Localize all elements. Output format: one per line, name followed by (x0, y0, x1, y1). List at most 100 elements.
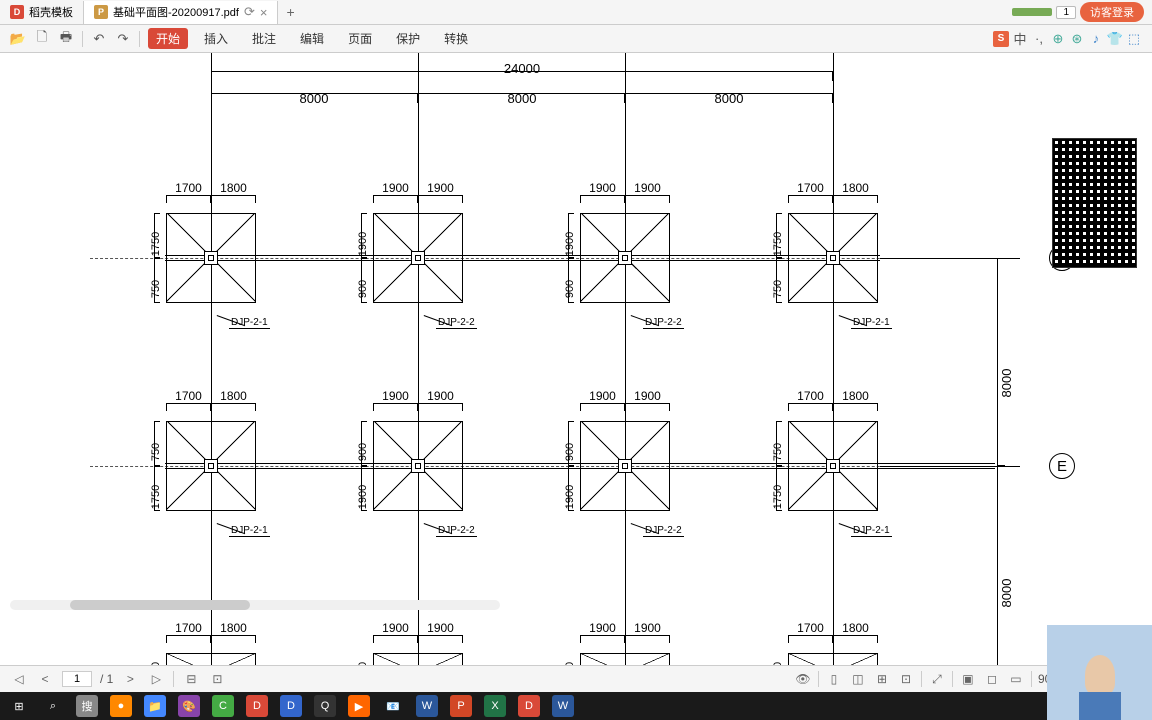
taskbar-app[interactable]: D (280, 695, 302, 717)
page-input[interactable] (62, 671, 92, 687)
view-icon[interactable]: ⊟ (182, 670, 200, 688)
taskbar-app[interactable]: 📧 (382, 695, 404, 717)
tab-add[interactable]: + (278, 4, 302, 20)
dim-row (997, 466, 1005, 665)
dim (625, 635, 670, 643)
undo-icon[interactable]: ↶ (91, 31, 107, 47)
dim-val: 1900 (589, 181, 616, 195)
taskbar-app[interactable]: W (416, 695, 438, 717)
footing-label: DJP-2-1 (851, 525, 892, 537)
layout-icon[interactable]: ▯ (825, 670, 843, 688)
dim-val: 1750 (150, 484, 162, 508)
layout-icon[interactable]: ⊡ (897, 670, 915, 688)
taskbar-app[interactable]: D (518, 695, 540, 717)
canvas[interactable]: 24000 8000 8000 8000 F E 8000 8000 17001… (0, 53, 1152, 665)
taskbar-app[interactable]: 🎨 (178, 695, 200, 717)
folder-icon[interactable]: 📂 (10, 31, 26, 47)
crop-icon[interactable]: ◻ (983, 670, 1001, 688)
qr-code (1052, 138, 1137, 268)
scroll-thumb[interactable] (70, 600, 250, 610)
s-icon[interactable]: S (993, 31, 1009, 47)
close-icon[interactable]: ⟳ (244, 4, 255, 20)
icon3[interactable]: ♪ (1088, 31, 1104, 47)
taskbar-app[interactable]: C (212, 695, 234, 717)
crop-icon[interactable]: ▭ (1007, 670, 1025, 688)
dim-val: 1900 (589, 389, 616, 403)
eye-icon[interactable]: 👁 (794, 670, 812, 688)
taskbar-app[interactable]: ● (110, 695, 132, 717)
close-icon[interactable]: × (260, 5, 268, 20)
taskbar-app[interactable]: D (246, 695, 268, 717)
lang-icon[interactable]: 中 (1012, 31, 1028, 47)
layout-icon[interactable]: ◫ (849, 670, 867, 688)
taskbar-app[interactable]: 📁 (144, 695, 166, 717)
toolbar-right: S 中 ·, ⊕ ⊛ ♪ 👕 ⬚ (993, 31, 1142, 47)
dim-total: 24000 (504, 61, 540, 76)
footing (580, 653, 670, 665)
taskbar-app[interactable]: X (484, 695, 506, 717)
taskbar-app[interactable]: 搜 (76, 695, 98, 717)
crop-icon[interactable]: ▣ (959, 670, 977, 688)
dim-val: 1900 (634, 389, 661, 403)
nav-first[interactable]: ◁ (10, 670, 28, 688)
menu-convert[interactable]: 转换 (436, 28, 476, 49)
battery-icon (1012, 8, 1052, 16)
dim (166, 403, 211, 411)
notif-badge[interactable]: 1 (1056, 6, 1076, 19)
icon5[interactable]: ⬚ (1126, 31, 1142, 47)
menu-insert[interactable]: 插入 (196, 28, 236, 49)
icon1[interactable]: ⊕ (1050, 31, 1066, 47)
dim-val: 1700 (175, 181, 202, 195)
print-icon[interactable]: 🖶 (58, 31, 74, 47)
grid-line (833, 53, 834, 665)
menu-page[interactable]: 页面 (340, 28, 380, 49)
tab-label: 基础平面图-20200917.pdf (113, 4, 239, 20)
dim-val: 1900 (357, 484, 369, 508)
menu-annotate[interactable]: 批注 (244, 28, 284, 49)
dot-icon[interactable]: ·, (1031, 31, 1047, 47)
dim-val: 1900 (564, 231, 576, 255)
dim-val: 900 (357, 279, 369, 297)
dim-val: 1900 (427, 621, 454, 635)
dim-val: 1700 (175, 621, 202, 635)
dim-val: 1900 (382, 621, 409, 635)
fit-icon[interactable]: ⤢ (928, 670, 946, 688)
icon2[interactable]: ⊛ (1069, 31, 1085, 47)
menu-protect[interactable]: 保护 (388, 28, 428, 49)
dim (580, 195, 625, 203)
footing (788, 421, 878, 511)
taskbar-app[interactable]: W (552, 695, 574, 717)
dim-val: 1800 (842, 621, 869, 635)
dim-val: 900 (564, 279, 576, 297)
nav-last[interactable]: ▷ (147, 670, 165, 688)
view-icon[interactable]: ⊡ (208, 670, 226, 688)
dim (625, 195, 670, 203)
dim-val: 900 (357, 442, 369, 460)
nav-prev[interactable]: < (36, 670, 54, 688)
tab-templates[interactable]: D 稻壳模板 (0, 1, 84, 24)
taskbar-app[interactable]: Q (314, 695, 336, 717)
statusbar: ◁ < / 1 > ▷ ⊟ ⊡ 👁 ▯ ◫ ⊞ ⊡ ⤢ ▣ ◻ ▭ 90% − (0, 665, 1152, 692)
icon4[interactable]: 👕 (1107, 31, 1123, 47)
menu-start[interactable]: 开始 (148, 28, 188, 49)
menu-edit[interactable]: 编辑 (292, 28, 332, 49)
taskbar-app[interactable]: ⊞ (8, 695, 30, 717)
footing (580, 213, 670, 303)
taskbar-app[interactable]: ⌕ (42, 695, 64, 717)
dim-val: 1900 (634, 181, 661, 195)
taskbar-app[interactable]: P (450, 695, 472, 717)
dim (373, 195, 418, 203)
nav-next[interactable]: > (121, 670, 139, 688)
tab-pdf[interactable]: P 基础平面图-20200917.pdf ⟳ × (84, 1, 278, 24)
dim-span3: 8000 (715, 91, 744, 106)
layout-icon[interactable]: ⊞ (873, 670, 891, 688)
taskbar-app[interactable]: ▶ (348, 695, 370, 717)
hscrollbar[interactable] (10, 600, 500, 610)
redo-icon[interactable]: ↷ (115, 31, 131, 47)
dim (625, 403, 670, 411)
dim (373, 403, 418, 411)
save-icon[interactable]: 🗋 (34, 31, 50, 47)
dim (788, 195, 833, 203)
login-button[interactable]: 访客登录 (1080, 2, 1144, 22)
footing (788, 653, 878, 665)
